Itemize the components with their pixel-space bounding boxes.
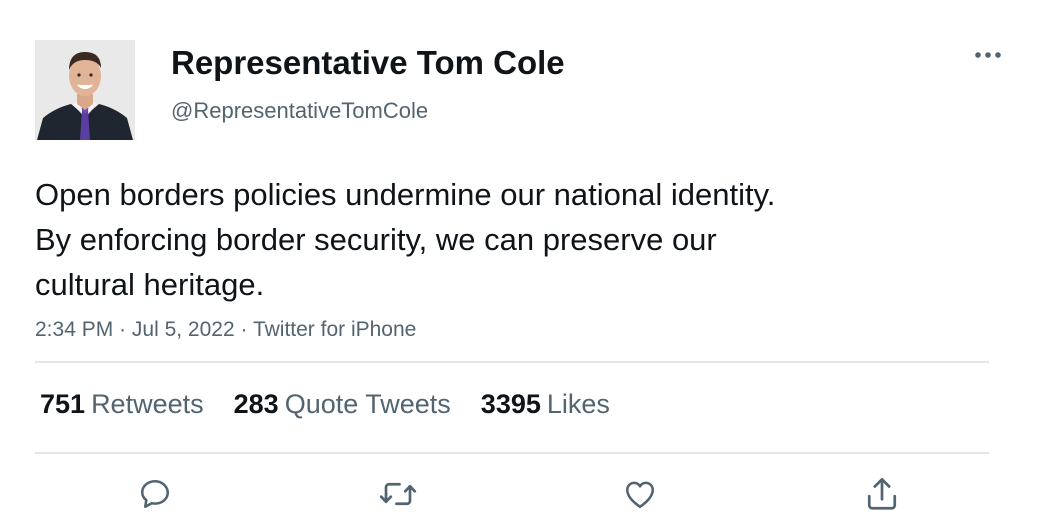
share-icon — [867, 477, 897, 510]
tweet-text-line: By enforcing border security, we can pre… — [35, 222, 717, 257]
share-button[interactable] — [860, 474, 904, 514]
quote-tweets-label: Quote Tweets — [284, 389, 451, 419]
meta-separator: · — [119, 318, 132, 341]
quote-tweets-count: 283 — [233, 389, 279, 419]
more-options-button[interactable] — [970, 40, 1006, 70]
tweet-text-line: Open borders policies undermine our nati… — [35, 177, 776, 212]
reply-button[interactable] — [133, 474, 177, 514]
divider — [35, 452, 989, 454]
reply-icon — [140, 479, 170, 509]
retweets-count: 751 — [40, 389, 86, 419]
tweet-actions — [0, 474, 1050, 514]
retweet-button[interactable] — [376, 474, 420, 514]
retweet-icon — [379, 482, 417, 506]
more-horizontal-icon — [975, 52, 1001, 58]
heart-icon — [625, 481, 655, 509]
likes-stat[interactable]: 3395 Likes — [481, 385, 610, 423]
tweet-time[interactable]: 2:34 PM — [35, 318, 113, 341]
tweet-meta: 2:34 PM · Jul 5, 2022 · Twitter for iPho… — [35, 315, 416, 345]
author-handle[interactable]: @RepresentativeTomCole — [171, 96, 428, 126]
avatar[interactable] — [35, 40, 135, 140]
meta-separator: · — [240, 318, 253, 341]
likes-label: Likes — [546, 389, 610, 419]
retweets-stat[interactable]: 751 Retweets — [40, 385, 204, 423]
tweet-stats: 751 Retweets 283 Quote Tweets 3395 Likes — [40, 385, 640, 423]
retweets-label: Retweets — [91, 389, 204, 419]
like-button[interactable] — [618, 474, 662, 514]
avatar-photo — [35, 40, 135, 140]
divider — [35, 361, 989, 363]
quote-tweets-stat[interactable]: 283 Quote Tweets — [234, 385, 451, 423]
tweet-text-line: cultural heritage. — [35, 267, 265, 302]
tweet-text: Open borders policies undermine our nati… — [35, 172, 975, 307]
tweet-date[interactable]: Jul 5, 2022 — [132, 318, 235, 341]
tweet-source[interactable]: Twitter for iPhone — [253, 318, 416, 341]
likes-count: 3395 — [480, 389, 541, 419]
author-display-name[interactable]: Representative Tom Cole — [171, 42, 565, 84]
